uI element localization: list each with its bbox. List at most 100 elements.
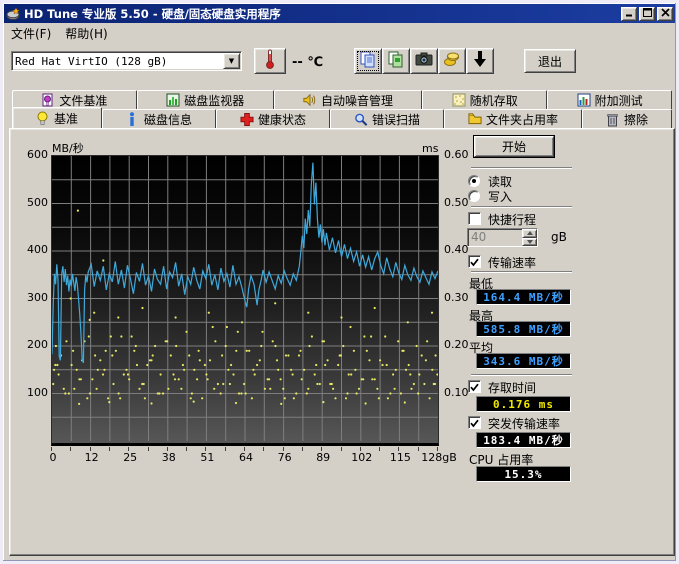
burst-rate-display: 183.4 MB/秒 — [476, 432, 571, 448]
x-axis-tickmark — [90, 447, 91, 451]
random-access-icon — [452, 93, 466, 107]
divider — [471, 206, 572, 208]
start-button[interactable]: 开始 — [474, 136, 554, 157]
tab-benchmark[interactable]: 基准 — [12, 107, 102, 128]
registration-button[interactable] — [438, 48, 466, 74]
access-time-label[interactable]: 存取时间 — [488, 379, 536, 396]
burst-rate-checkbox[interactable] — [468, 416, 481, 429]
short-stroke-unit: gB — [551, 230, 567, 244]
thermometer-icon — [264, 49, 276, 73]
divider — [471, 271, 572, 273]
tab-disk-monitor[interactable]: 磁盘监视器 — [137, 90, 274, 109]
right-axis-tick: 0.50 — [444, 196, 469, 209]
x-axis-tick: 128gB — [417, 451, 461, 464]
folder-usage-icon — [468, 112, 482, 126]
x-axis-tick: 25 — [108, 451, 152, 464]
tab-aam[interactable]: 自动噪音管理 — [274, 90, 423, 109]
save-button[interactable] — [466, 48, 494, 74]
tab-erase[interactable]: 擦除 — [582, 109, 672, 128]
x-axis-tick: 51 — [185, 451, 229, 464]
x-axis-tick: 64 — [224, 451, 268, 464]
right-axis-tick: 0.60 — [444, 148, 469, 161]
x-axis-tickmark — [244, 447, 245, 451]
tab-folder-usage[interactable]: 文件夹占用率 — [444, 109, 582, 128]
x-axis-tickmark — [379, 447, 380, 451]
copy-image-button[interactable] — [382, 48, 410, 74]
x-axis-tickmark — [128, 447, 129, 451]
transfer-rate-label[interactable]: 传输速率 — [488, 254, 536, 271]
right-axis-tick: 0.30 — [444, 291, 469, 304]
x-axis-tickmark — [437, 447, 438, 451]
left-axis-tick: 200 — [20, 338, 48, 351]
title-bar[interactable]: HD Tune 专业版 5.50 - 硬盘/固态硬盘实用程序 — [4, 4, 675, 23]
x-axis-tickmark — [51, 447, 52, 451]
x-axis-tickmark — [283, 447, 284, 451]
check-icon — [470, 252, 479, 271]
disk-info-icon — [126, 112, 140, 126]
tab-label: 文件基准 — [59, 92, 107, 109]
check-icon — [470, 413, 479, 432]
tab-label: 基准 — [54, 110, 78, 127]
tab-error-scan[interactable]: 错误扫描 — [330, 109, 444, 128]
tab-label: 擦除 — [624, 111, 648, 128]
maximize-button[interactable] — [639, 7, 655, 21]
x-axis-tickmark — [341, 447, 342, 451]
x-axis-tickmark — [225, 447, 226, 451]
x-axis-tick: 0 — [31, 451, 75, 464]
tab-row-front: 基准 磁盘信息 健康状态错误扫描 文件夹占用率 擦除 — [12, 109, 672, 128]
cpu-usage-display: 15.3% — [476, 466, 571, 482]
transfer-rate-checkbox[interactable] — [468, 255, 481, 268]
tab-label: 文件夹占用率 — [486, 111, 558, 128]
menu-bar: 文件(F) 帮助(H) — [4, 24, 675, 43]
close-button[interactable] — [657, 7, 673, 21]
tab-disk-info[interactable]: 磁盘信息 — [102, 109, 216, 128]
x-axis-tickmark — [321, 447, 322, 451]
minimize-button[interactable] — [621, 7, 637, 21]
menu-file[interactable]: 文件(F) — [4, 24, 58, 43]
left-axis-tick: 400 — [20, 243, 48, 256]
tab-row-back: 文件基准 磁盘监视器 自动噪音管理 随机存取附加测试 — [12, 90, 672, 109]
screenshot-button[interactable] — [410, 48, 438, 74]
x-axis-tickmark — [70, 447, 71, 451]
avg-value-display: 343.6 MB/秒 — [476, 353, 571, 369]
menu-help[interactable]: 帮助(H) — [58, 24, 114, 43]
short-stroke-checkbox[interactable] — [468, 212, 481, 225]
right-axis-tick: 0.40 — [444, 243, 469, 256]
x-axis-tick: 12 — [70, 451, 114, 464]
spinner-up-button[interactable] — [522, 229, 537, 238]
x-axis-tickmark — [167, 447, 168, 451]
write-radio[interactable] — [468, 190, 480, 202]
access-time-checkbox[interactable] — [468, 380, 481, 393]
x-axis-tick: 115 — [378, 451, 422, 464]
short-stroke-label[interactable]: 快捷行程 — [488, 211, 536, 228]
left-axis-title: MB/秒 — [52, 140, 84, 156]
tab-health[interactable]: 健康状态 — [216, 109, 330, 128]
read-radio[interactable] — [468, 175, 480, 187]
temperature-unit: ℃ — [307, 55, 323, 70]
extra-tests-icon — [577, 93, 591, 107]
camera-icon — [415, 52, 433, 70]
tab-extra-tests[interactable]: 附加测试 — [547, 90, 672, 109]
right-axis-tick: 0.20 — [444, 338, 469, 351]
tab-label: 磁盘信息 — [144, 111, 192, 128]
x-axis-tickmark — [186, 447, 187, 451]
tab-random-access[interactable]: 随机存取 — [422, 90, 547, 109]
x-axis-tickmark — [360, 447, 361, 451]
copy-button[interactable] — [354, 48, 382, 74]
short-stroke-spinner[interactable]: 40 — [467, 228, 538, 247]
drive-select-value: Red Hat VirtIO (128 gB) — [12, 55, 223, 68]
x-axis-tickmark — [263, 447, 264, 451]
temperature-button[interactable] — [254, 48, 286, 74]
write-radio-label[interactable]: 写入 — [488, 188, 512, 205]
burst-rate-label[interactable]: 突发传输速率 — [488, 415, 560, 432]
spinner-down-button[interactable] — [522, 238, 537, 247]
left-axis-tick: 600 — [20, 148, 48, 161]
tab-label: 自动噪音管理 — [321, 92, 393, 109]
exit-button[interactable]: 退出 — [524, 49, 576, 73]
aam-icon — [303, 93, 317, 107]
x-axis-tick: 89 — [301, 451, 345, 464]
chevron-down-icon[interactable]: ▼ — [223, 53, 240, 69]
copy-icon — [359, 50, 377, 72]
drive-select-combobox[interactable]: Red Hat VirtIO (128 gB) ▼ — [11, 51, 242, 71]
disk-monitor-icon — [166, 93, 180, 107]
